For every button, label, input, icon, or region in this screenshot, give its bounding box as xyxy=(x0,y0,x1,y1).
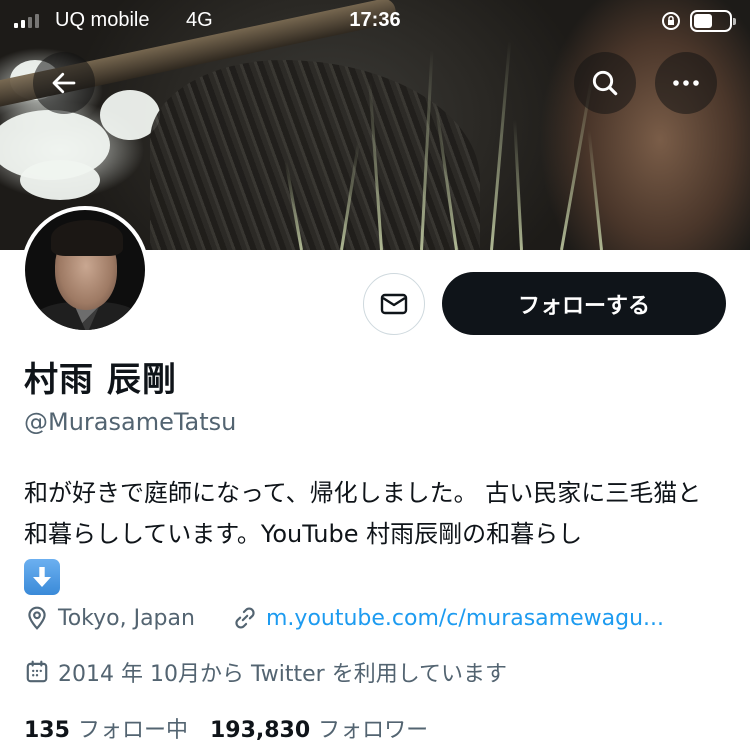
followers-link[interactable]: 193,830 フォロワー xyxy=(210,712,428,744)
down-arrow-emoji-icon xyxy=(24,559,60,595)
bio: 和が好きで庭師になって、帰化しました。 古い民家に三毛猫と和暮らししています。Y… xyxy=(24,473,724,596)
status-bar: UQ mobile 4G 17:36 xyxy=(0,0,750,44)
more-options-button[interactable] xyxy=(655,52,717,114)
avatar[interactable] xyxy=(21,206,149,334)
following-link[interactable]: 135 フォロー中 xyxy=(24,712,188,744)
location: Tokyo, Japan xyxy=(24,605,195,631)
followers-count: 193,830 xyxy=(209,718,311,743)
display-name: 村雨 辰剛 xyxy=(24,360,177,400)
link-icon xyxy=(235,607,255,629)
profile-link-text[interactable]: m.youtube.com/c/murasamewagu... xyxy=(266,606,664,631)
location-pin-icon xyxy=(28,606,46,630)
more-horizontal-icon xyxy=(673,80,699,86)
user-handle: @MurasameTatsu xyxy=(24,408,237,436)
calendar-icon xyxy=(26,660,48,683)
envelope-icon xyxy=(380,293,408,315)
battery-icon xyxy=(690,10,736,32)
bio-text: 和が好きで庭師になって、帰化しました。 古い民家に三毛猫と和暮らししています。Y… xyxy=(24,479,702,548)
back-button[interactable] xyxy=(33,52,95,114)
join-date-text: 2014 年 10月から Twitter を利用しています xyxy=(58,662,508,687)
search-button[interactable] xyxy=(574,52,636,114)
following-label: フォロー中 xyxy=(77,718,188,743)
followers-label: フォロワー xyxy=(318,718,429,743)
orientation-lock-icon xyxy=(662,12,680,30)
arrow-left-icon xyxy=(52,72,76,94)
follow-button[interactable]: フォローする xyxy=(442,272,726,335)
profile-link[interactable]: m.youtube.com/c/murasamewagu... xyxy=(232,605,664,631)
message-button[interactable] xyxy=(363,273,425,335)
follow-stats: 135 フォロー中 193,830 フォロワー xyxy=(24,712,428,744)
search-icon xyxy=(592,70,618,96)
following-count: 135 xyxy=(24,718,70,743)
location-text: Tokyo, Japan xyxy=(58,605,195,631)
join-date: 2014 年 10月から Twitter を利用しています xyxy=(24,656,507,688)
clock: 17:36 xyxy=(349,9,401,31)
